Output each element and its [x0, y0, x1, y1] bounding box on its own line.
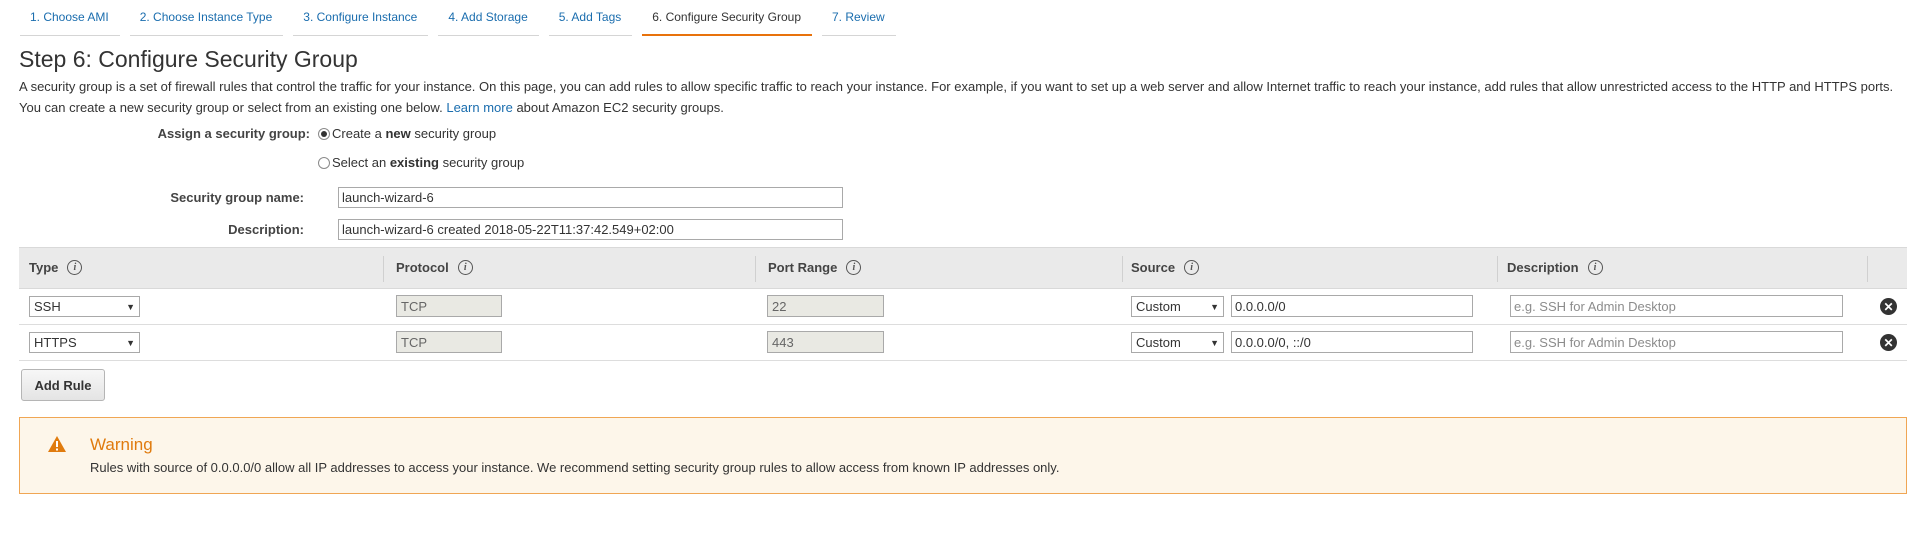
option-new-text: Create a new security group — [332, 126, 496, 141]
info-icon[interactable]: i — [1587, 260, 1603, 275]
col-description-label: Description — [1507, 260, 1579, 275]
col-divider — [1497, 256, 1498, 282]
info-icon[interactable]: i — [67, 260, 83, 275]
source-cidr-input[interactable]: 0.0.0.0/0, ::/0 — [1231, 331, 1473, 353]
description-label: Description: — [228, 222, 304, 237]
col-port-range: Port Range i — [768, 260, 862, 275]
rules-table: Type i Protocol i Port Range i Source i Desc… — [19, 247, 1907, 361]
tab-choose-instance-type[interactable]: 2. Choose Instance Type — [129, 0, 284, 36]
col-divider — [755, 256, 756, 282]
dropdown-arrow-icon: ▼ — [1210, 337, 1219, 348]
source-select[interactable]: Custom ▼ — [1131, 332, 1224, 353]
warning-title: Warning — [90, 435, 153, 454]
rule-description-input[interactable]: e.g. SSH for Admin Desktop — [1510, 331, 1843, 353]
col-divider — [1122, 256, 1123, 282]
source-select[interactable]: Custom ▼ — [1131, 296, 1224, 317]
option-new-pre: Create a — [332, 126, 386, 141]
tab-configure-instance[interactable]: 3. Configure Instance — [293, 0, 429, 36]
rules-header: Type i Protocol i Port Range i Source i Desc… — [19, 247, 1907, 289]
option-existing-post: security group — [438, 155, 525, 170]
option-existing-text: Select an existing security group — [332, 155, 524, 170]
dropdown-arrow-icon: ▼ — [1210, 301, 1219, 312]
col-divider — [1867, 256, 1868, 282]
wizard-tabs: 1. Choose AMI 2. Choose Instance Type 3.… — [20, 0, 906, 36]
warning-message: Rules with source of 0.0.0.0/0 allow all… — [90, 460, 1060, 475]
col-protocol: Protocol i — [396, 260, 473, 275]
intro-body: A security group is a set of firewall ru… — [19, 79, 1894, 115]
table-row: HTTPS ▼ TCP 443 Custom ▼ 0.0.0.0/0, ::/0 e… — [19, 325, 1907, 361]
radio-new-group[interactable] — [318, 127, 330, 140]
type-value: SSH — [34, 299, 61, 314]
col-source: Source i — [1131, 260, 1200, 275]
assign-group-label: Assign a security group: — [157, 126, 310, 141]
group-name-input[interactable] — [338, 187, 843, 208]
protocol-field: TCP — [396, 331, 502, 353]
tab-choose-ami[interactable]: 1. Choose AMI — [20, 0, 120, 36]
description-input[interactable] — [338, 219, 843, 240]
intro-tail: about Amazon EC2 security groups. — [516, 100, 724, 115]
rule-description-input[interactable]: e.g. SSH for Admin Desktop — [1510, 295, 1843, 317]
col-divider — [383, 256, 384, 282]
tab-configure-security-group[interactable]: 6. Configure Security Group — [642, 0, 812, 36]
info-icon[interactable]: i — [846, 260, 862, 275]
col-port-range-label: Port Range — [768, 260, 838, 275]
col-type: Type i — [29, 260, 83, 275]
option-existing-pre: Select an — [332, 155, 390, 170]
tab-review[interactable]: 7. Review — [822, 0, 896, 36]
option-existing-bold: existing — [389, 155, 439, 170]
option-new-bold: new — [385, 126, 411, 141]
remove-rule-icon[interactable]: ✕ — [1880, 298, 1897, 315]
add-rule-button[interactable]: Add Rule — [21, 369, 105, 401]
port-range-field: 443 — [767, 331, 884, 353]
group-name-label: Security group name: — [170, 190, 304, 205]
tab-add-tags[interactable]: 5. Add Tags — [548, 0, 633, 36]
type-value: HTTPS — [34, 335, 77, 350]
type-select[interactable]: SSH ▼ — [29, 296, 140, 317]
radio-existing-group[interactable] — [318, 156, 330, 169]
page-title: Step 6: Configure Security Group — [19, 46, 358, 72]
intro-text: A security group is a set of firewall ru… — [19, 76, 1909, 118]
source-mode-value: Custom — [1136, 335, 1181, 350]
info-icon[interactable]: i — [1184, 260, 1200, 275]
warning-box: Warning Rules with source of 0.0.0.0/0 a… — [19, 417, 1907, 494]
warning-triangle-icon — [47, 435, 67, 456]
dropdown-arrow-icon: ▼ — [126, 337, 135, 348]
port-range-field: 22 — [767, 295, 884, 317]
info-icon[interactable]: i — [457, 260, 473, 275]
protocol-field: TCP — [396, 295, 502, 317]
option-new-post: security group — [410, 126, 497, 141]
source-cidr-input[interactable]: 0.0.0.0/0 — [1231, 295, 1473, 317]
col-protocol-label: Protocol — [396, 260, 449, 275]
learn-more-link[interactable]: Learn more — [446, 100, 512, 115]
col-type-label: Type — [29, 260, 59, 275]
option-existing-group[interactable]: Select an existing security group — [318, 155, 524, 170]
tab-add-storage[interactable]: 4. Add Storage — [438, 0, 539, 36]
type-select[interactable]: HTTPS ▼ — [29, 332, 140, 353]
remove-rule-icon[interactable]: ✕ — [1880, 334, 1897, 351]
option-new-group[interactable]: Create a new security group — [318, 126, 496, 141]
col-description: Description i — [1507, 260, 1603, 275]
col-source-label: Source — [1131, 260, 1176, 275]
dropdown-arrow-icon: ▼ — [126, 301, 135, 312]
source-mode-value: Custom — [1136, 299, 1181, 314]
table-row: SSH ▼ TCP 22 Custom ▼ 0.0.0.0/0 e.g. SSH f… — [19, 289, 1907, 325]
